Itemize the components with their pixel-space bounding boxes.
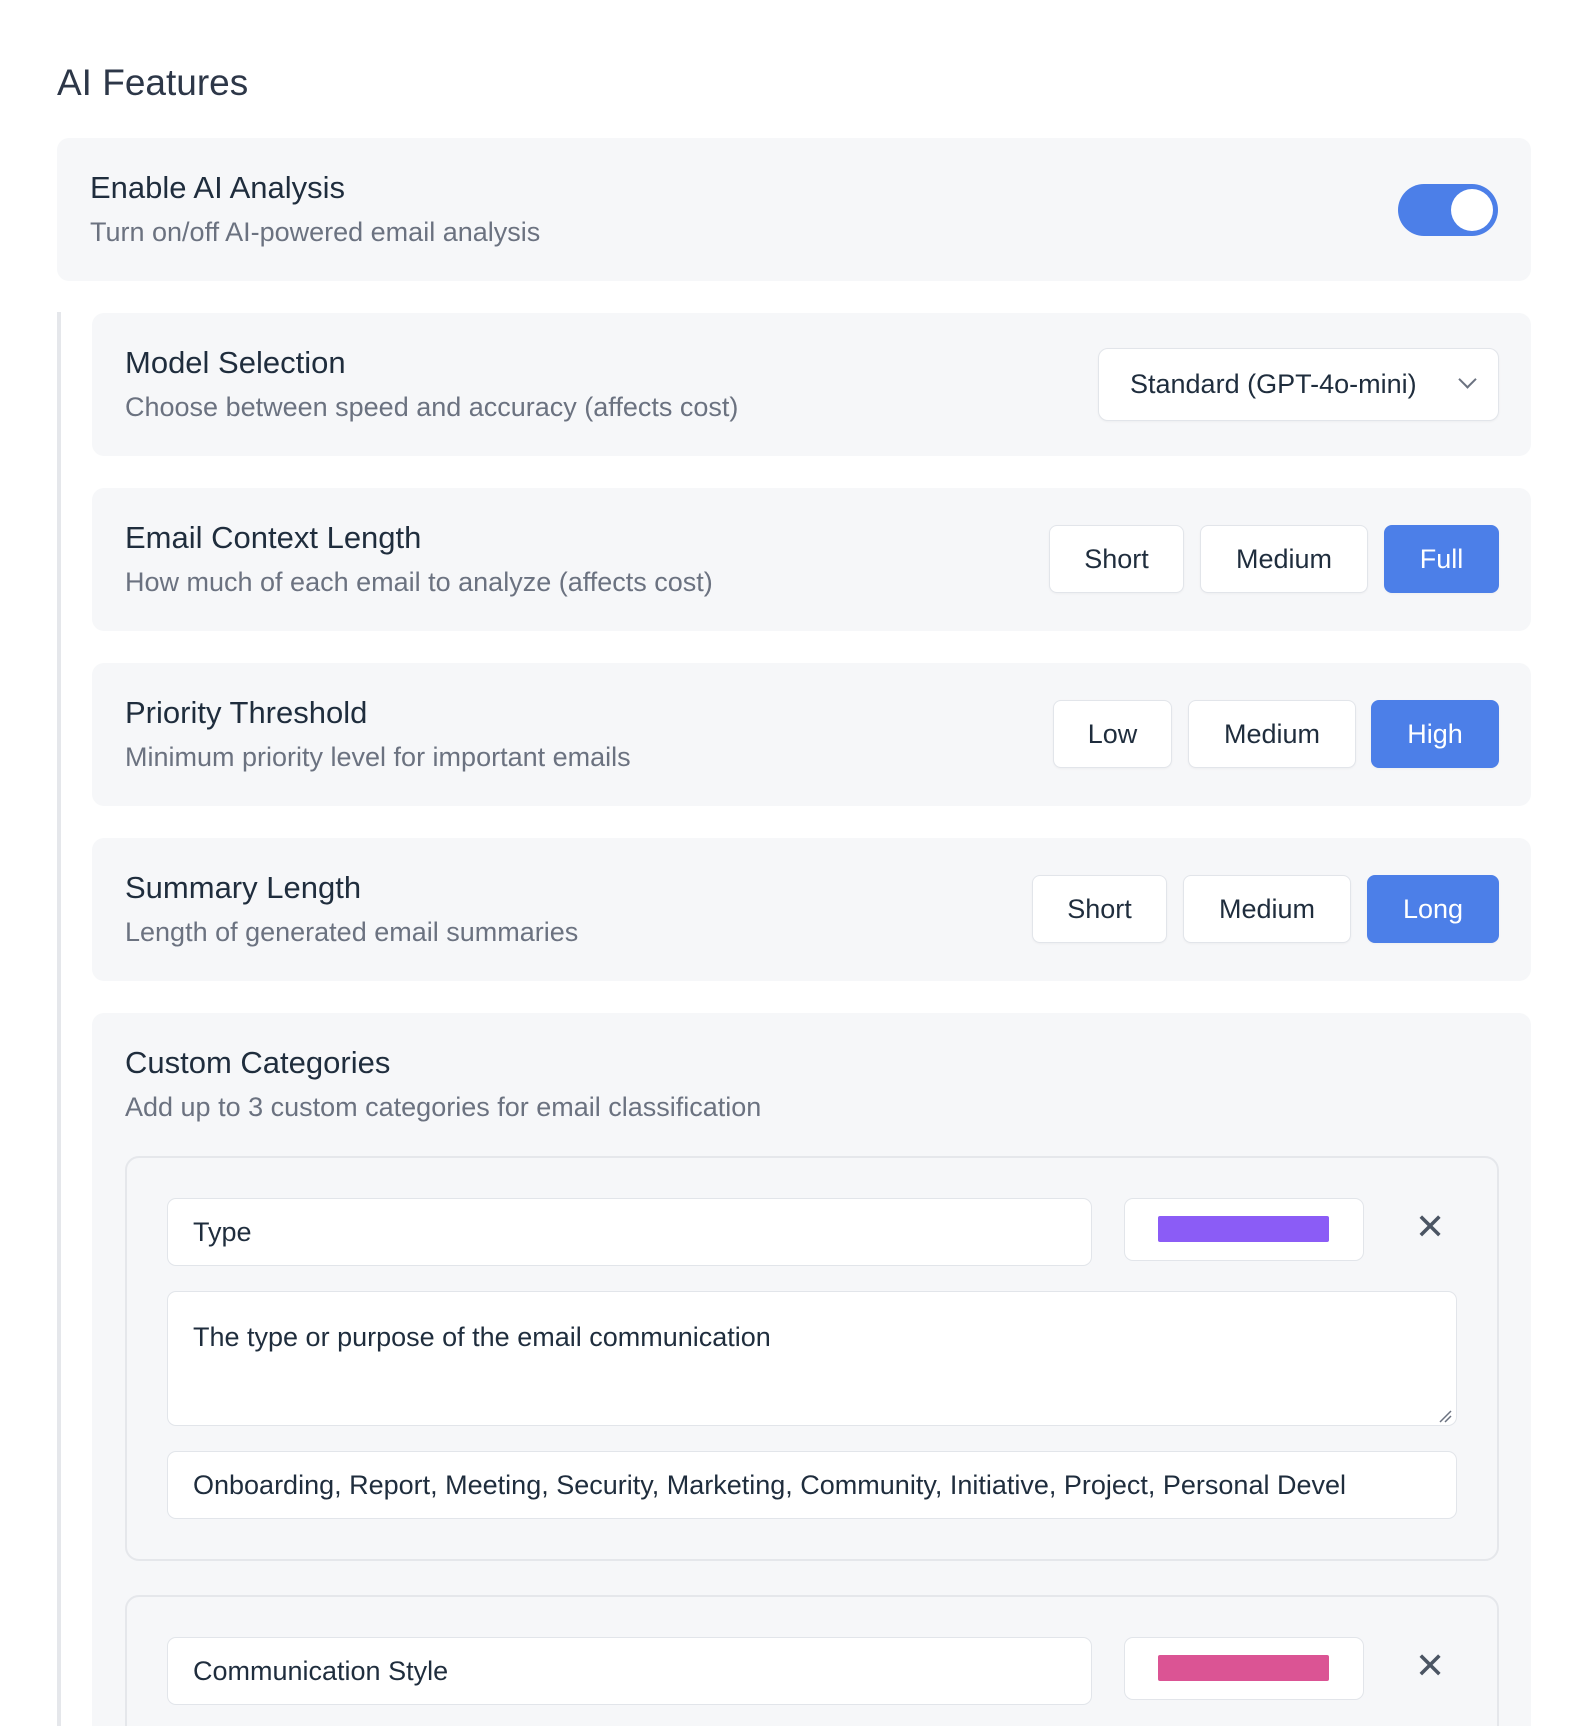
- close-icon[interactable]: ✕: [1415, 1209, 1445, 1245]
- enable-ai-label: Enable AI Analysis: [90, 170, 346, 205]
- close-icon[interactable]: ✕: [1415, 1648, 1445, 1684]
- category-item: Type ✕ The type or purpose of the email …: [125, 1156, 1499, 1561]
- priority-option-medium[interactable]: Medium: [1188, 700, 1356, 768]
- model-selection-label: Model Selection: [125, 345, 346, 380]
- context-option-full[interactable]: Full: [1384, 525, 1499, 593]
- category-color-swatch: [1158, 1655, 1329, 1681]
- priority-threshold-card: Priority Threshold Minimum priority leve…: [92, 663, 1531, 806]
- category-color-picker[interactable]: [1124, 1637, 1364, 1700]
- category-color-swatch: [1158, 1216, 1329, 1242]
- section-title: AI Features: [57, 62, 249, 103]
- category-name-input[interactable]: Communication Style: [167, 1637, 1092, 1705]
- priority-threshold-description: Minimum priority level for important ema…: [125, 742, 631, 772]
- context-length-card: Email Context Length How much of each em…: [92, 488, 1531, 631]
- resize-handle-icon[interactable]: [1438, 1409, 1452, 1423]
- settings-indent-line: [57, 312, 61, 1726]
- category-name-input[interactable]: Type: [167, 1198, 1092, 1266]
- priority-threshold-label: Priority Threshold: [125, 695, 368, 730]
- summary-length-card: Summary Length Length of generated email…: [92, 838, 1531, 981]
- toggle-knob: [1451, 189, 1493, 231]
- summary-option-long[interactable]: Long: [1367, 875, 1499, 943]
- model-selection-card: Model Selection Choose between speed and…: [92, 313, 1531, 456]
- summary-option-medium[interactable]: Medium: [1183, 875, 1351, 943]
- enable-ai-toggle[interactable]: [1398, 184, 1498, 236]
- enable-ai-description: Turn on/off AI-powered email analysis: [90, 217, 541, 247]
- model-select[interactable]: Standard (GPT-4o-mini): [1098, 348, 1499, 421]
- category-item: Communication Style ✕: [125, 1595, 1499, 1726]
- context-length-label: Email Context Length: [125, 520, 422, 555]
- category-color-picker[interactable]: [1124, 1198, 1364, 1261]
- custom-categories-card: Custom Categories Add up to 3 custom cat…: [92, 1013, 1531, 1726]
- custom-categories-description: Add up to 3 custom categories for email …: [125, 1092, 762, 1122]
- summary-length-description: Length of generated email summaries: [125, 917, 579, 947]
- priority-option-low[interactable]: Low: [1053, 700, 1172, 768]
- context-option-medium[interactable]: Medium: [1200, 525, 1368, 593]
- model-select-value: Standard (GPT-4o-mini): [1130, 369, 1417, 399]
- context-length-description: How much of each email to analyze (affec…: [125, 567, 713, 597]
- custom-categories-label: Custom Categories: [125, 1045, 391, 1080]
- priority-option-high[interactable]: High: [1371, 700, 1499, 768]
- category-description-textarea[interactable]: The type or purpose of the email communi…: [167, 1291, 1457, 1426]
- context-option-short[interactable]: Short: [1049, 525, 1184, 593]
- summary-option-short[interactable]: Short: [1032, 875, 1167, 943]
- enable-ai-card: Enable AI Analysis Turn on/off AI-powere…: [57, 138, 1531, 281]
- model-selection-description: Choose between speed and accuracy (affec…: [125, 392, 739, 422]
- summary-length-label: Summary Length: [125, 870, 362, 905]
- category-values-input[interactable]: Onboarding, Report, Meeting, Security, M…: [167, 1451, 1457, 1519]
- chevron-down-icon: [1458, 370, 1477, 389]
